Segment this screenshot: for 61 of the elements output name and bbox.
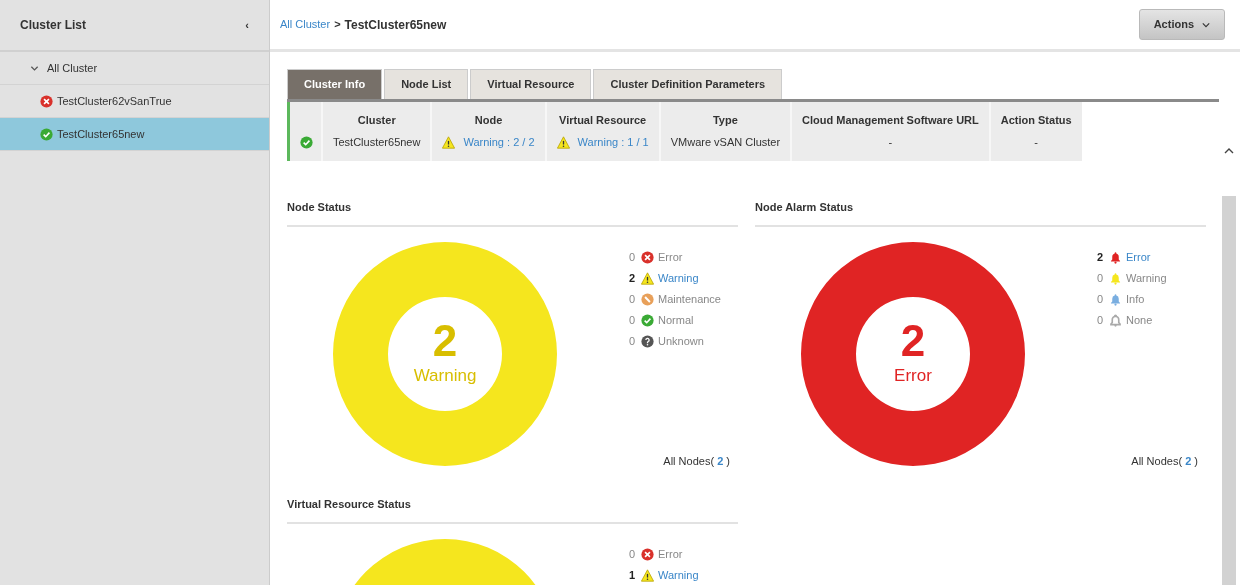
legend-link[interactable]: Warning: [658, 567, 699, 584]
tab[interactable]: Virtual Resource: [470, 69, 592, 99]
cluster-item[interactable]: TestCluster65new: [0, 118, 269, 151]
legend-count: 0: [627, 313, 635, 329]
tab[interactable]: Cluster Definition Parameters: [593, 69, 783, 99]
error-icon: [40, 94, 53, 108]
legend-label: Warning: [1126, 271, 1167, 287]
legend-link[interactable]: Warning: [658, 270, 699, 287]
legend-count: 0: [1095, 313, 1103, 329]
legend-count: 0: [627, 547, 635, 563]
legend-count: 0: [627, 292, 635, 308]
legend-label: Info: [1126, 292, 1145, 308]
legend-label: None: [1126, 313, 1153, 329]
tab[interactable]: Node List: [384, 69, 469, 99]
column-header: Virtual Resource: [558, 112, 648, 128]
tree-label: All Cluster: [47, 60, 98, 76]
legend-count: 2: [627, 271, 635, 287]
panel-title: Node Status: [287, 198, 738, 227]
check-icon: [40, 127, 53, 141]
center-label: Error: [894, 365, 932, 388]
column-header: Action Status: [1000, 112, 1072, 128]
actions-button[interactable]: Actions: [1138, 9, 1225, 40]
warning-icon: [556, 135, 570, 149]
center-count: 2: [431, 319, 459, 364]
legend-label: Normal: [658, 313, 694, 329]
table-cell-text: -: [1034, 135, 1038, 150]
column-header: Cloud Management Software URL: [802, 112, 979, 128]
legend-count: 1: [627, 568, 635, 584]
sidebar-title: Cluster List: [20, 17, 86, 34]
panel-title: Virtual Resource Status: [287, 495, 738, 524]
tree-item[interactable]: All Cluster: [0, 52, 269, 85]
legend-count: 0: [627, 250, 635, 266]
column-header: Type: [711, 112, 739, 128]
legend-label: Error: [658, 250, 683, 266]
column-header: Node: [473, 112, 504, 128]
center-count: 2: [899, 319, 927, 364]
breadcrumb-link[interactable]: All Cluster: [280, 16, 331, 33]
legend-count: 0: [627, 334, 635, 350]
chevron-down-icon: [1202, 20, 1210, 29]
check-icon: [300, 135, 313, 149]
breadcrumb-current: TestCluster65new: [344, 16, 447, 34]
all-nodes-link[interactable]: All Nodes( 2 ): [1131, 453, 1198, 470]
scroll-up-icon[interactable]: [1224, 146, 1234, 156]
tab[interactable]: Cluster Info: [287, 69, 383, 99]
legend-count: 2: [1095, 250, 1103, 266]
legend-link[interactable]: Error: [1126, 249, 1151, 266]
panel-title: Node Alarm Status: [755, 198, 1206, 227]
collapse-button[interactable]: ‹: [245, 16, 249, 34]
center-label: Warning: [413, 365, 477, 388]
column-header: Cluster: [356, 112, 397, 128]
breadcrumb-separator: >: [334, 17, 341, 33]
table-cell-text: -: [888, 135, 893, 150]
warning-icon: [442, 135, 456, 149]
all-nodes-link[interactable]: All Nodes( 2 ): [663, 453, 730, 470]
table-cell-text: TestCluster65new: [333, 135, 421, 150]
legend-label: Error: [658, 547, 683, 563]
legend-count: 0: [1095, 292, 1103, 308]
table-cell-text: VMware vSAN Cluster: [670, 135, 781, 150]
legend-label: Maintenance: [658, 292, 721, 308]
legend-count: 0: [1095, 271, 1103, 287]
legend-label: Unknown: [658, 334, 704, 350]
